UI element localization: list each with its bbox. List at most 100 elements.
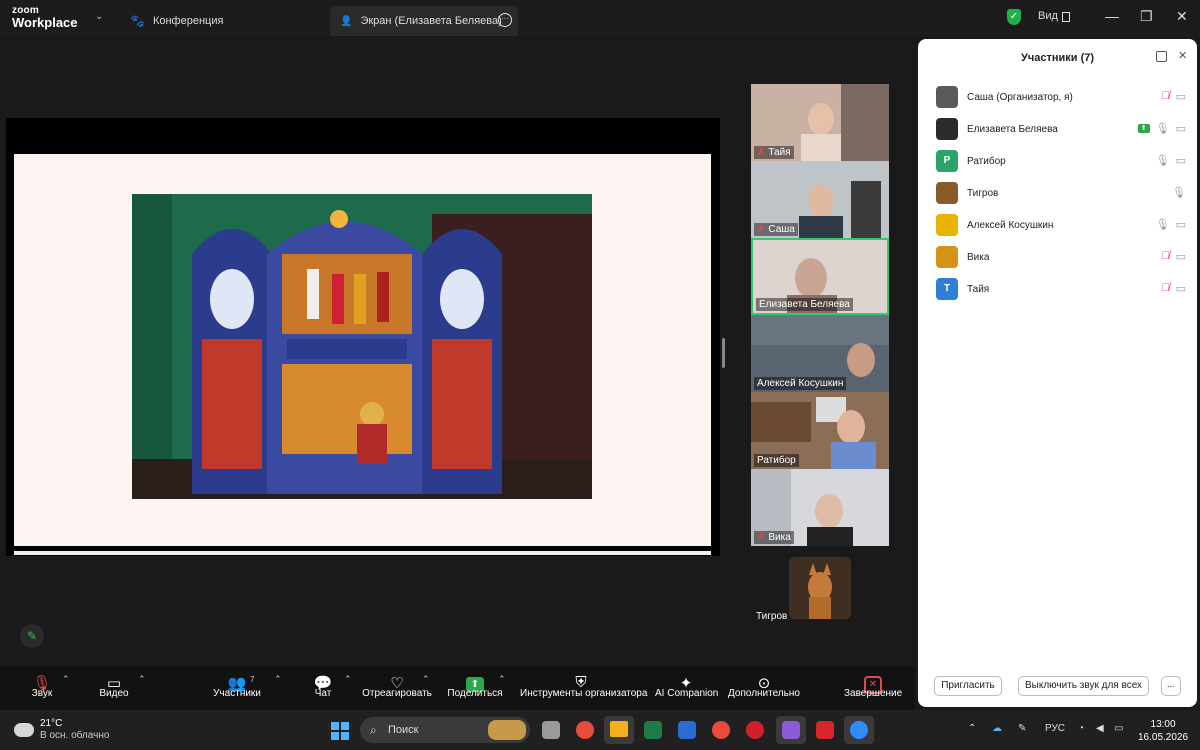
participant-name: Ратибор	[967, 155, 1006, 167]
participants-button[interactable]: 👥 Участники 7 ⌃	[210, 666, 281, 710]
pen-tray-icon[interactable]: ✎	[1018, 723, 1026, 734]
participant-row[interactable]: Елизавета Беляева ⬆ 🎙 ▭	[936, 113, 1186, 145]
mic-icon[interactable]: 🎙	[1156, 154, 1170, 167]
popout-icon[interactable]	[1156, 51, 1167, 62]
participants-list: Саша (Организатор, я) 🎙̸ ▭ Елизавета Беляев…	[936, 81, 1186, 305]
participant-row[interactable]: Саша (Организатор, я) 🎙̸ ▭	[936, 81, 1186, 113]
mic-muted-icon[interactable]: 🎙̸	[1161, 250, 1169, 263]
participant-name: Вика	[967, 251, 990, 263]
participant-row[interactable]: Алексей Косушкин 🎙 ▭	[936, 209, 1186, 241]
more-button[interactable]: ⊙ Дополнительно	[728, 666, 800, 710]
more-options-button[interactable]: ...	[1161, 676, 1181, 696]
tab-conference[interactable]: 🐾 Конференция	[130, 6, 223, 36]
participant-name: Елизавета Беляева	[967, 123, 1058, 135]
paw-icon: 🐾	[130, 14, 145, 28]
video-camera-icon[interactable]: ▭	[1176, 122, 1186, 135]
mic-muted-icon: 🎙	[32, 675, 52, 692]
date: 16.05.2026	[1138, 732, 1189, 743]
mic-icon[interactable]: 🎙	[1156, 122, 1170, 135]
share-button[interactable]: ⬆ Поделиться ⌃	[446, 666, 506, 710]
video-camera-icon: ▭	[106, 675, 122, 692]
tab-screen[interactable]: 👤 Экран (Елизавета Беляева) ···	[330, 6, 518, 36]
search-highlight-image	[488, 720, 526, 740]
wifi-icon[interactable]: ◔	[1078, 723, 1084, 734]
host-tools-button[interactable]: ⛨ Инструменты организатора	[520, 666, 648, 710]
excel-icon[interactable]	[644, 721, 662, 739]
video-camera-icon[interactable]: ▭	[1176, 90, 1186, 103]
resize-handle[interactable]	[722, 338, 725, 368]
caret-up-icon[interactable]: ⌃	[344, 674, 352, 685]
chrome-icon[interactable]	[712, 721, 730, 739]
caret-up-icon[interactable]: ⌃	[62, 674, 70, 685]
audio-button[interactable]: 🎙 Звук ⌃	[20, 666, 70, 710]
video-camera-icon[interactable]: ▭	[1176, 250, 1186, 263]
chevron-up-icon[interactable]: ⌃	[968, 723, 976, 734]
chevron-down-icon[interactable]: ⌄	[95, 11, 103, 22]
weather-text: В осн. облачно	[40, 730, 110, 741]
mic-muted-icon[interactable]: 🎙̸	[1161, 282, 1169, 295]
avatar-tigrov[interactable]	[789, 557, 851, 619]
zoom-taskbar-icon[interactable]	[844, 716, 874, 744]
shield-icon: ⛨	[575, 674, 587, 691]
opera-icon[interactable]	[746, 721, 764, 739]
cat-avatar-image	[789, 557, 851, 619]
tab-screen-label: Экран (Елизавета Беляева)	[360, 15, 502, 27]
caret-up-icon[interactable]: ⌃	[274, 674, 282, 685]
video-tile[interactable]: ✗ Саша	[751, 161, 889, 238]
video-tile[interactable]: Алексей Косушкин	[751, 315, 889, 392]
video-camera-icon[interactable]: ▭	[1176, 154, 1186, 167]
title-bar: zoom Workplace ⌄ 🐾 Конференция 👤 Экран (…	[0, 0, 1200, 36]
volume-icon[interactable]: ◀	[1096, 723, 1104, 734]
wps-icon[interactable]	[816, 721, 834, 739]
battery-icon[interactable]: ▭	[1114, 723, 1123, 734]
participant-row[interactable]: Вика 🎙̸ ▭	[936, 241, 1186, 273]
video-editor-icon[interactable]	[776, 716, 806, 744]
video-tile-active-speaker[interactable]: Елизавета Беляева	[751, 238, 889, 315]
ai-companion-button[interactable]: ✦ AI Companion	[655, 666, 719, 710]
caret-up-icon[interactable]: ⌃	[138, 674, 146, 685]
participant-row[interactable]: Тигров 🎙	[936, 177, 1186, 209]
more-icon[interactable]: ···	[498, 13, 512, 27]
search-placeholder: Поиск	[388, 724, 419, 736]
participant-row[interactable]: Т Тайя 🎙̸ ▭	[936, 273, 1186, 305]
video-tile[interactable]: Ратибор	[751, 392, 889, 469]
windows-start-icon[interactable]	[331, 722, 349, 740]
search-box[interactable]: ⌕ Поиск	[360, 717, 530, 743]
pen-icon[interactable]: ✎	[20, 624, 44, 648]
video-button[interactable]: ▭ Видео ⌃	[92, 666, 145, 710]
host-tools-label: Инструменты организатора	[520, 688, 648, 699]
security-shield-icon[interactable]: ✓	[1007, 9, 1021, 25]
language-indicator[interactable]: РУС	[1045, 723, 1065, 734]
react-button[interactable]: ♡ Отреагировать ⌃	[362, 666, 432, 710]
onedrive-icon[interactable]: ☁	[992, 723, 1002, 734]
mic-icon[interactable]: 🎙	[1172, 186, 1186, 199]
invite-button[interactable]: Пригласить	[934, 676, 1002, 696]
video-tile[interactable]: ✗ Тайя	[751, 84, 889, 161]
task-view-icon[interactable]	[542, 721, 560, 739]
mic-muted-icon[interactable]: 🎙̸	[1161, 90, 1169, 103]
ai-companion-label: AI Companion	[655, 688, 719, 699]
video-camera-icon[interactable]: ▭	[1176, 218, 1186, 231]
participant-name: Алексей Косушкин	[967, 219, 1054, 231]
chat-button[interactable]: 💬 Чат ⌃	[306, 666, 352, 710]
view-grid-icon[interactable]	[1062, 12, 1070, 22]
file-explorer-icon[interactable]	[604, 716, 634, 744]
mute-all-button[interactable]: Выключить звук для всех	[1018, 676, 1149, 696]
close-icon[interactable]: ✕	[1176, 8, 1188, 25]
maximize-icon[interactable]: ❐	[1140, 8, 1153, 25]
view-label[interactable]: Вид	[1038, 10, 1058, 22]
word-icon[interactable]	[678, 721, 696, 739]
weather-widget[interactable]: 21°C В осн. облачно	[11, 718, 110, 742]
caret-up-icon[interactable]: ⌃	[422, 674, 430, 685]
participant-row[interactable]: Р Ратибор 🎙 ▭	[936, 145, 1186, 177]
minimize-icon[interactable]: —	[1105, 8, 1119, 24]
clock[interactable]: 13:00 16.05.2026	[1138, 718, 1188, 744]
mic-icon[interactable]: 🎙	[1156, 218, 1170, 231]
more-icon: ⊙	[757, 675, 771, 692]
end-meeting-button[interactable]: ✕ Завершение	[844, 666, 902, 710]
chrome-icon[interactable]	[576, 721, 594, 739]
close-icon[interactable]: ×	[1178, 47, 1187, 64]
caret-up-icon[interactable]: ⌃	[498, 674, 506, 685]
video-camera-icon[interactable]: ▭	[1176, 282, 1186, 295]
video-tile[interactable]: ✗ Вика	[751, 469, 889, 546]
